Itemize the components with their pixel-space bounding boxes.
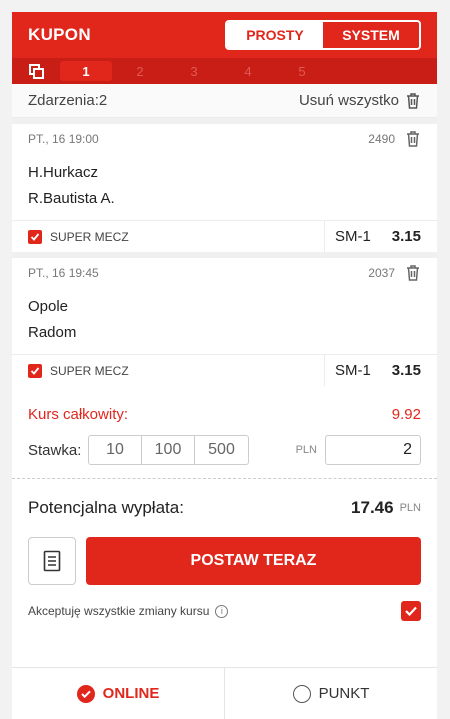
coupon-tab-5[interactable]: 5 <box>276 61 328 81</box>
accept-odds-row: Akceptuję wszystkie zmiany kursu i <box>12 585 437 637</box>
accept-odds-checkbox[interactable] <box>401 601 421 621</box>
total-odds-label: Kurs całkowity: <box>28 405 129 423</box>
trash-icon[interactable] <box>405 264 421 282</box>
toggle-prosty[interactable]: PROSTY <box>227 22 323 48</box>
betslip-header: KUPON PROSTY SYSTEM <box>12 12 437 58</box>
checkmark-icon <box>405 606 417 617</box>
quick-stake-10[interactable]: 10 <box>89 436 142 464</box>
clear-all-label: Usuń wszystko <box>298 92 399 109</box>
team-home: Opole <box>28 298 69 315</box>
super-mecz-label: SUPER MECZ <box>50 363 129 378</box>
place-bet-button[interactable]: POSTAW TERAZ <box>86 537 421 585</box>
tab-punkt[interactable]: PUNKT <box>225 668 437 719</box>
bet-odds: 3.15 <box>391 228 421 245</box>
payout-label: Potencjalna wypłata: <box>28 498 184 517</box>
bet-odds: 3.15 <box>391 362 421 379</box>
payout-value: 17.46 <box>351 498 394 517</box>
coupon-tab-3[interactable]: 3 <box>168 61 220 81</box>
super-mecz-label: SUPER MECZ <box>50 229 129 244</box>
receipt-button[interactable] <box>28 537 76 585</box>
copy-icon[interactable] <box>26 61 46 81</box>
betslip-panel: KUPON PROSTY SYSTEM 1 2 3 4 5 Zdarzenia:… <box>12 12 437 719</box>
team-away: R.Bautista A. <box>28 190 115 207</box>
stake-currency: PLN <box>295 444 317 456</box>
bet-market: SM-1 <box>335 228 371 245</box>
coupon-tab-2[interactable]: 2 <box>114 61 166 81</box>
stake-label: Stawka: <box>28 441 82 459</box>
coupon-tab-1[interactable]: 1 <box>60 61 112 81</box>
document-icon <box>43 550 61 572</box>
team-away: Radom <box>28 324 77 341</box>
radio-unselected-icon <box>292 684 311 703</box>
stake-input[interactable] <box>325 435 421 465</box>
trash-icon[interactable] <box>405 130 421 148</box>
coupon-tab-4[interactable]: 4 <box>222 61 274 81</box>
quick-stake-500[interactable]: 500 <box>195 436 248 464</box>
tab-online[interactable]: ONLINE <box>12 668 225 719</box>
super-mecz-checkbox[interactable]: SUPER MECZ <box>12 355 325 386</box>
bet-item: PT., 16 19:45 2037 Opole Radom SUPER MEC… <box>12 258 437 386</box>
quick-stake-100[interactable]: 100 <box>142 436 195 464</box>
info-icon[interactable]: i <box>215 604 229 618</box>
total-odds-value: 9.92 <box>391 405 421 423</box>
team-home: H.Hurkacz <box>28 164 99 181</box>
quick-stake-group: 10 100 500 <box>88 435 249 465</box>
bet-market: SM-1 <box>335 362 371 379</box>
toggle-system[interactable]: SYSTEM <box>323 22 419 48</box>
bet-item: PT., 16 19:00 2490 H.Hurkacz R.Bautista … <box>12 124 437 252</box>
events-count: Zdarzenia:2 <box>28 92 108 109</box>
bets-list: PT., 16 19:00 2490 H.Hurkacz R.Bautista … <box>12 118 437 386</box>
bet-datetime: PT., 16 19:45 <box>28 266 99 280</box>
super-mecz-checkbox[interactable]: SUPER MECZ <box>12 221 325 252</box>
trash-icon <box>407 92 419 109</box>
checkbox-checked-icon <box>28 363 42 378</box>
clear-all-button[interactable]: Usuń wszystko <box>299 92 421 110</box>
betslip-title: KUPON <box>28 25 91 44</box>
summary-section: Kurs całkowity: 9.92 Stawka: 10 100 500 … <box>12 392 437 479</box>
tab-online-label: ONLINE <box>102 685 160 702</box>
payout-currency: PLN <box>399 502 421 514</box>
radio-selected-icon <box>76 684 95 703</box>
checkbox-checked-icon <box>28 229 42 244</box>
accept-odds-label: Akceptuję wszystkie zmiany kursu <box>28 604 210 618</box>
bet-code: 2490 <box>368 132 395 146</box>
bet-code: 2037 <box>368 266 395 280</box>
footer-tabs: ONLINE PUNKT <box>12 667 437 719</box>
payout-row: Potencjalna wypłata: 17.46 PLN <box>12 479 437 537</box>
tab-punkt-label: PUNKT <box>318 685 370 702</box>
bet-type-toggle: PROSTY SYSTEM <box>225 20 421 50</box>
events-bar: Zdarzenia:2 Usuń wszystko <box>12 84 437 118</box>
actions-row: POSTAW TERAZ <box>12 537 437 585</box>
bet-datetime: PT., 16 19:00 <box>28 132 99 146</box>
coupon-tabs: 1 2 3 4 5 <box>12 58 437 84</box>
